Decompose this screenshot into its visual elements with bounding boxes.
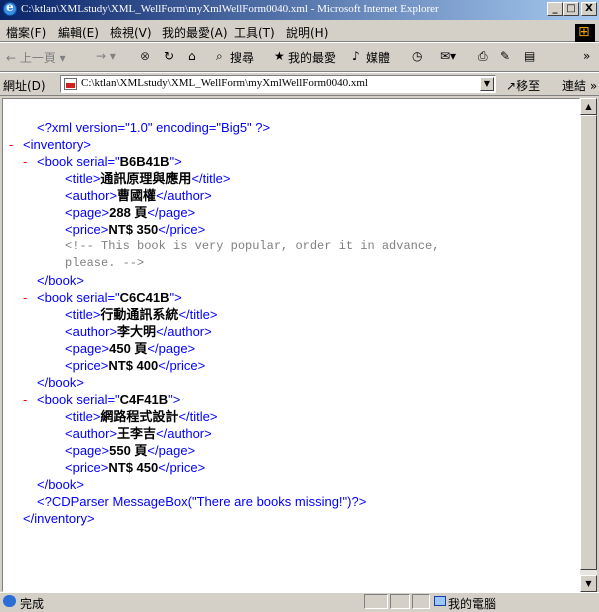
windows-logo-icon [575,24,595,42]
discuss-icon[interactable]: ▤ [524,49,535,63]
price-element: <price>NT$ 350</price> [65,222,206,237]
menu-view[interactable]: 檢視(V) [110,24,152,41]
book-page: 550 頁 [109,443,148,458]
author-element: <author>曹國權</author> [65,188,212,203]
favorites-button[interactable]: 我的最愛 [288,49,336,66]
status-bar: 完成 我的電腦 [0,592,599,611]
media-button[interactable]: 媒體 [366,49,390,66]
menu-edit[interactable]: 編輯(E) [58,24,99,41]
book-price: NT$ 450 [108,460,159,475]
collapse-toggle[interactable]: - [23,391,27,408]
window-title: C:\ktlan\XMLstudy\XML_WellForm\myXmlWell… [21,3,439,15]
book-close-tag: </book> [37,375,84,390]
address-input[interactable]: C:\ktlan\XMLstudy\XML_WellForm\myXmlWell… [60,75,496,93]
book-serial: C6C41B [119,290,170,305]
search-icon: ⌕ [216,49,223,63]
inventory-close-tag: </inventory> [23,511,95,526]
computer-icon [434,596,446,606]
book-serial: B6B41B [119,154,170,169]
print-icon[interactable]: ⎙ [478,49,488,64]
address-bar: 網址(D) C:\ktlan\XMLstudy\XML_WellForm\myX… [0,72,599,96]
book-price: NT$ 400 [108,358,159,373]
minimize-button[interactable]: _ [547,2,563,16]
book-price: NT$ 350 [108,222,159,237]
title-element: <title>網路程式設計</title> [65,409,218,424]
book-open-tag: <book serial="C4F41B"> [37,392,181,407]
edit-icon[interactable]: ✎ [500,49,510,63]
stop-button[interactable]: ⊗ [140,49,150,63]
title-bar: C:\ktlan\XMLstudy\XML_WellForm\myXmlWell… [0,0,599,20]
links-button[interactable]: 連結 » [562,77,597,94]
page-element: <page>288 頁</page> [65,205,196,220]
page-done-icon [3,595,16,607]
status-text: 完成 [20,597,45,611]
mail-icon[interactable]: ✉▾ [440,49,456,63]
status-panel [364,594,388,609]
forward-button[interactable]: → ▾ [96,49,116,63]
scroll-up-button[interactable]: ▲ [580,98,597,115]
go-label: 移至 [516,79,541,93]
security-zone: 我的電腦 [448,597,497,611]
xml-file-icon [64,78,77,90]
book-title: 行動通訊系統 [100,307,179,322]
author-element: <author>李大明</author> [65,324,212,339]
xml-comment-continued: please. --> [65,256,145,270]
price-element: <price>NT$ 450</price> [65,460,206,475]
go-button[interactable]: ↗移至 [506,77,540,94]
processing-instruction: <?CDParser MessageBox("There are books m… [37,494,367,509]
book-close-tag: </book> [37,273,84,288]
book-author: 曹國權 [117,188,157,203]
standard-toolbar: ← 上一頁 ▾ → ▾ ⊗ ↻ ⌂ ⌕ 搜尋 ★ 我的最愛 ♪ 媒體 ◷ ✉▾ … [0,42,599,72]
vertical-scrollbar[interactable]: ▲ ▼ [580,98,597,592]
ie-window: C:\ktlan\XMLstudy\XML_WellForm\myXmlWell… [0,0,599,611]
book-serial: C4F41B [119,392,169,407]
xml-declaration: <?xml version="1.0" encoding="Big5" ?> [37,120,271,135]
title-element: <title>行動通訊系統</title> [65,307,218,322]
inventory-open-tag: <inventory> [23,137,91,152]
title-element: <title>通訊原理與應用</title> [65,171,231,186]
book-close-tag: </book> [37,477,84,492]
address-dropdown-button[interactable]: ▼ [480,77,494,91]
address-value[interactable]: C:\ktlan\XMLstudy\XML_WellForm\myXmlWell… [81,77,368,89]
collapse-toggle[interactable]: - [23,289,27,306]
media-icon: ♪ [352,49,360,63]
book-author: 王李吉 [117,426,157,441]
book-author: 李大明 [117,324,157,339]
toolbar-more-button[interactable]: » [583,49,590,63]
history-icon[interactable]: ◷ [412,49,422,63]
book-open-tag: <book serial="C6C41B"> [37,290,182,305]
status-panel [390,594,410,609]
menu-favorites[interactable]: 我的最愛(A) [162,24,228,41]
book-title: 網路程式設計 [100,409,179,424]
search-button[interactable]: 搜尋 [230,49,254,66]
refresh-button[interactable]: ↻ [164,49,174,63]
favorites-icon: ★ [274,49,285,63]
home-button[interactable]: ⌂ [188,49,196,63]
ie-logo-icon [3,0,17,16]
author-element: <author>王李吉</author> [65,426,212,441]
go-arrow-icon: ↗ [506,79,517,93]
page-element: <page>550 頁</page> [65,443,196,458]
back-button[interactable]: ← 上一頁 ▾ [6,49,66,66]
status-panel [412,594,430,609]
menu-help[interactable]: 說明(H) [286,24,328,41]
book-title: 通訊原理與應用 [100,171,192,186]
menu-file[interactable]: 檔案(F) [6,24,46,41]
xml-viewer: <?xml version="1.0" encoding="Big5" ?> -… [2,98,580,592]
collapse-toggle[interactable]: - [23,153,27,170]
address-label: 網址(D) [3,79,46,93]
page-element: <page>450 頁</page> [65,341,196,356]
book-open-tag: <book serial="B6B41B"> [37,154,182,169]
book-page: 450 頁 [109,341,148,356]
close-button[interactable]: X [581,2,597,16]
menu-tools[interactable]: 工具(T) [234,24,275,41]
scroll-thumb[interactable] [580,115,597,570]
menu-bar: 檔案(F) 編輯(E) 檢視(V) 我的最愛(A) 工具(T) 說明(H) [0,20,599,42]
maximize-button[interactable]: □ [563,2,579,16]
book-page: 288 頁 [109,205,148,220]
collapse-toggle[interactable]: - [9,136,13,153]
scroll-down-button[interactable]: ▼ [580,575,597,592]
price-element: <price>NT$ 400</price> [65,358,206,373]
xml-comment: <!-- This book is very popular, order it… [65,239,440,253]
